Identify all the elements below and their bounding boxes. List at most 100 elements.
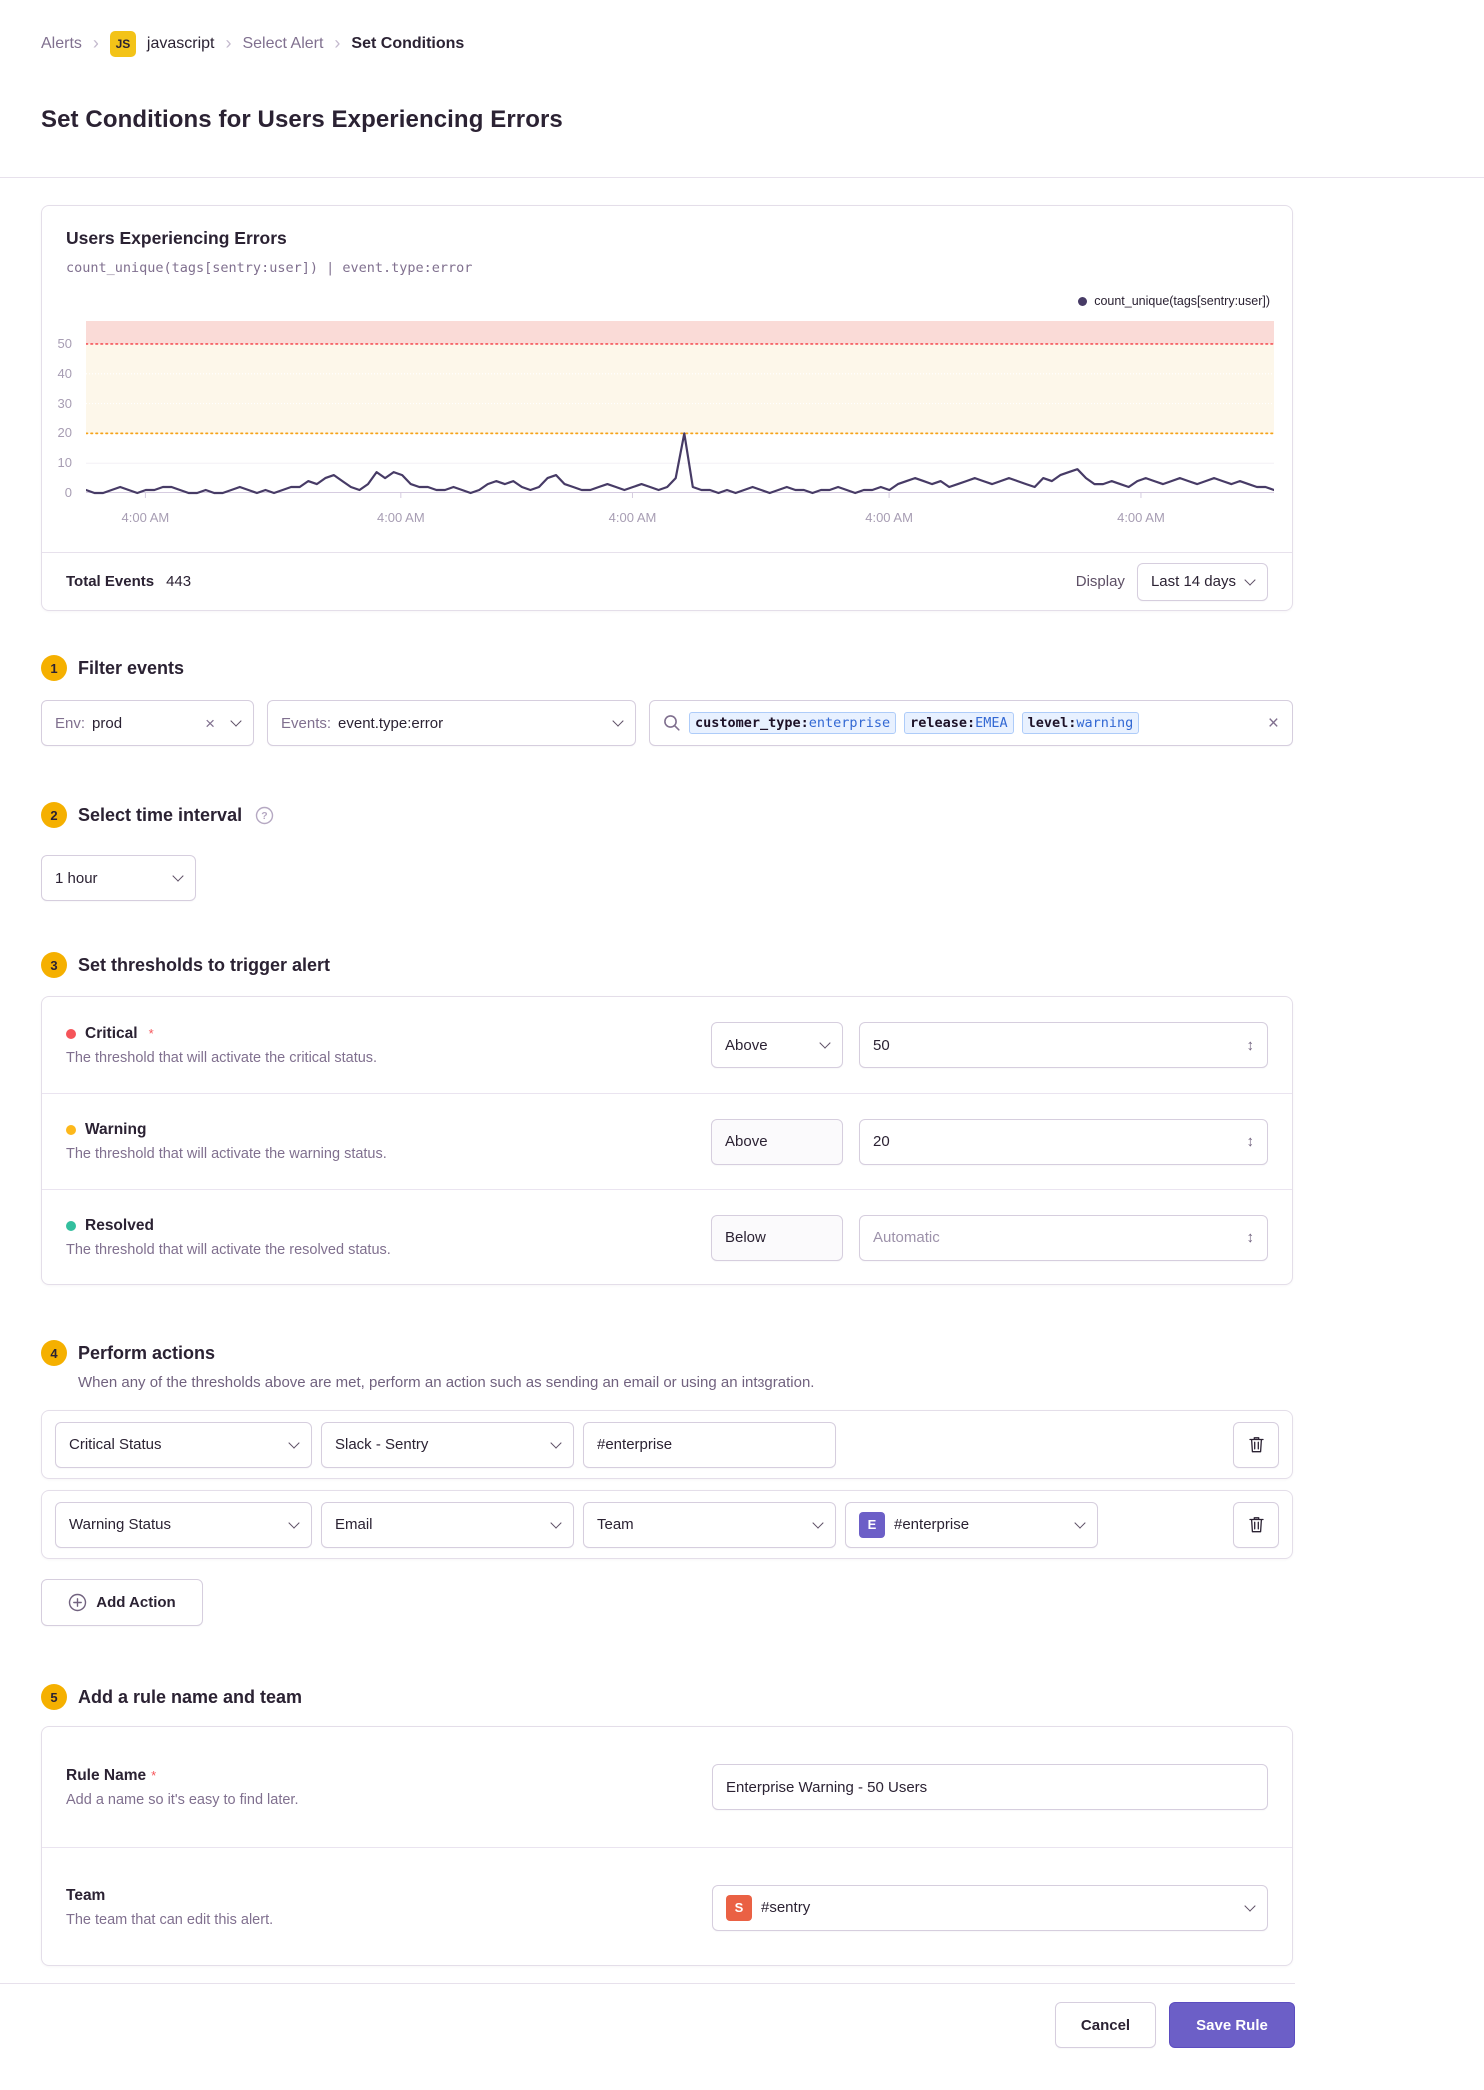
alert-chart-card: Users Experiencing Errors count_unique(t… — [41, 205, 1293, 611]
filter-row: Env: prod × Events: event.type:error cus… — [41, 700, 1293, 746]
delete-action-button[interactable] — [1233, 1421, 1279, 1468]
actions-subtitle: When any of the thresholds above are met… — [78, 1374, 815, 1391]
threshold-description: The threshold that will activate the war… — [66, 1146, 387, 1162]
chevron-down-icon — [1244, 1899, 1256, 1912]
action-target-type-select[interactable]: Team — [583, 1501, 836, 1548]
action-channel-input[interactable]: #enterprise — [583, 1421, 836, 1468]
breadcrumb-select-alert[interactable]: Select Alert — [242, 35, 323, 53]
threshold-row-resolved: Resolved The threshold that will activat… — [42, 1189, 1292, 1285]
chevron-down-icon — [288, 1516, 300, 1529]
y-axis-tick-label: 50 — [57, 335, 72, 351]
trash-icon — [1248, 1517, 1264, 1533]
chevron-down-icon — [612, 715, 624, 727]
thresholds-card: Critical * The threshold that will activ… — [41, 996, 1293, 1285]
chevron-down-icon — [288, 1436, 300, 1449]
x-axis-tick-label: 4:00 AM — [608, 510, 657, 525]
search-token-customer-type[interactable]: customer_type:enterprise — [689, 712, 897, 734]
resolved-condition-button[interactable]: Below — [711, 1214, 843, 1261]
chevron-down-icon — [230, 715, 242, 727]
section-title-rule: Add a rule name and team — [78, 1686, 303, 1707]
threshold-name: Warning — [85, 1121, 147, 1138]
warning-status-dot-icon — [66, 1125, 76, 1135]
chevron-down-icon — [812, 1516, 824, 1529]
section-title-filter: Filter events — [78, 657, 185, 678]
plus-circle-icon — [69, 1593, 87, 1612]
action-type-select[interactable]: Email — [321, 1501, 574, 1548]
critical-threshold-input[interactable]: 50 ↕ — [859, 1022, 1268, 1068]
rule-team-select[interactable]: S #sentry — [712, 1884, 1268, 1931]
line-chart — [84, 321, 1276, 498]
cancel-button[interactable]: Cancel — [1055, 2002, 1156, 2048]
chevron-down-icon — [1074, 1516, 1086, 1529]
chart-title: Users Experiencing Errors — [66, 228, 287, 248]
project-js-badge: JS — [109, 31, 136, 57]
clear-search-icon[interactable]: × — [1268, 714, 1279, 733]
chevron-right-icon: › — [334, 33, 341, 53]
event-types-select[interactable]: Events: event.type:error — [267, 700, 636, 746]
delete-action-button[interactable] — [1233, 1501, 1279, 1548]
breadcrumb-alerts[interactable]: Alerts — [41, 35, 82, 53]
step-1-badge: 1 — [41, 655, 67, 681]
step-2-badge: 2 — [41, 802, 67, 828]
breadcrumb: Alerts › JS javascript › Select Alert › … — [41, 30, 464, 58]
legend-label: count_unique(tags[sentry:user]) — [1094, 294, 1270, 308]
svg-text:?: ? — [261, 810, 267, 822]
warning-threshold-input[interactable]: 20 ↕ — [859, 1118, 1268, 1165]
chart-legend: count_unique(tags[sentry:user]) — [1078, 294, 1270, 308]
clear-env-icon[interactable]: × — [205, 715, 215, 732]
warning-condition-button[interactable]: Above — [711, 1118, 843, 1165]
save-rule-button[interactable]: Save Rule — [1169, 2002, 1295, 2048]
team-avatar: S — [726, 1894, 752, 1921]
y-axis-tick-label: 10 — [57, 455, 72, 471]
time-interval-select[interactable]: 1 hour — [41, 855, 196, 901]
y-axis-tick-label: 0 — [64, 485, 72, 500]
number-stepper-icon[interactable]: ↕ — [1247, 1037, 1255, 1054]
resolved-status-dot-icon — [66, 1221, 76, 1231]
breadcrumb-project[interactable]: javascript — [147, 35, 215, 53]
search-input[interactable]: customer_type:enterprise release:EMEA le… — [649, 700, 1293, 746]
add-action-button[interactable]: Add Action — [41, 1579, 203, 1626]
chevron-right-icon: › — [225, 33, 232, 53]
search-token-release[interactable]: release:EMEA — [904, 712, 1014, 734]
footer-divider — [0, 1983, 1295, 1984]
step-3-badge: 3 — [41, 952, 67, 978]
trash-icon — [1248, 1437, 1264, 1453]
set-conditions-page: Alerts › JS javascript › Select Alert › … — [0, 0, 1484, 2090]
threshold-row-warning: Warning The threshold that will activate… — [42, 1093, 1292, 1189]
threshold-description: The threshold that will activate the res… — [66, 1242, 391, 1258]
chevron-down-icon — [1244, 573, 1256, 586]
field-label: Team — [66, 1887, 106, 1904]
critical-condition-select[interactable]: Above — [711, 1022, 843, 1068]
chevron-right-icon: › — [92, 33, 99, 53]
display-range-select[interactable]: Last 14 days — [1136, 562, 1268, 601]
action-trigger-select[interactable]: Warning Status — [55, 1501, 312, 1548]
y-axis-tick-label: 40 — [57, 365, 72, 381]
number-stepper-icon[interactable]: ↕ — [1247, 1229, 1255, 1246]
section-thresholds: 3 Set thresholds to trigger alert — [41, 952, 330, 978]
chevron-down-icon — [819, 1037, 831, 1049]
environment-select[interactable]: Env: prod × — [41, 700, 254, 746]
action-row-warning: Warning Status Email Team E #enterprise — [41, 1490, 1293, 1559]
search-icon — [664, 715, 680, 731]
search-token-level[interactable]: level:warning — [1021, 712, 1140, 734]
section-perform-actions: 4 Perform actions — [41, 1340, 215, 1366]
field-label: Rule Name — [66, 1766, 147, 1784]
resolved-threshold-input[interactable]: Automatic ↕ — [859, 1214, 1268, 1261]
action-team-select[interactable]: E #enterprise — [845, 1501, 1098, 1548]
chevron-down-icon — [550, 1436, 562, 1449]
x-axis-tick-label: 4:00 AM — [376, 510, 425, 525]
number-stepper-icon[interactable]: ↕ — [1247, 1133, 1255, 1150]
chart-plot-area — [84, 321, 1276, 499]
y-axis-tick-label: 30 — [57, 395, 72, 411]
rule-name-input[interactable]: Enterprise Warning - 50 Users — [712, 1764, 1268, 1810]
chevron-down-icon — [550, 1516, 562, 1529]
x-axis-tick-label: 4:00 AM — [865, 510, 913, 525]
action-type-select[interactable]: Slack - Sentry — [321, 1421, 574, 1468]
header-divider — [0, 177, 1484, 178]
help-icon[interactable]: ? — [255, 806, 274, 825]
action-trigger-select[interactable]: Critical Status — [55, 1421, 312, 1468]
critical-status-dot-icon — [66, 1028, 76, 1039]
y-axis-tick-label: 20 — [57, 425, 72, 441]
footer-actions: Cancel Save Rule — [0, 2002, 1295, 2048]
threshold-row-critical: Critical * The threshold that will activ… — [42, 997, 1292, 1093]
